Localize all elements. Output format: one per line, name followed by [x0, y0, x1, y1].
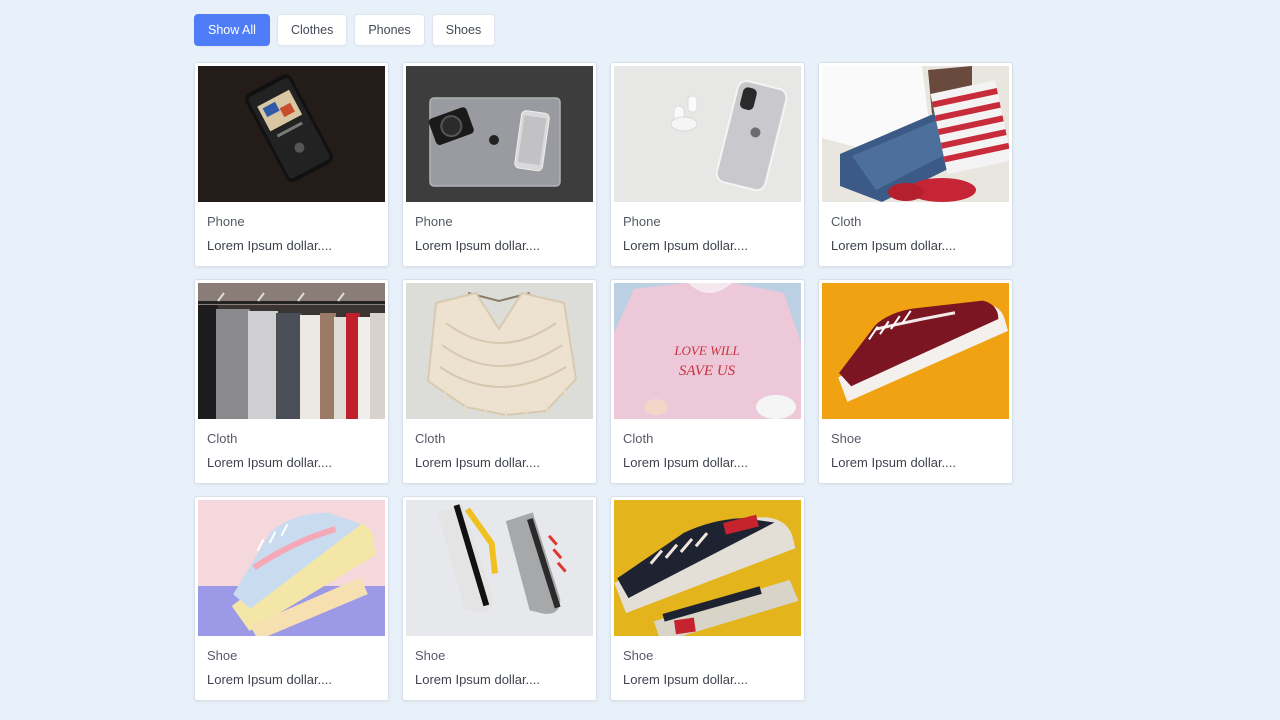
product-image-cloth	[406, 283, 593, 419]
product-description: Lorem Ipsum dollar....	[207, 238, 332, 253]
product-description: Lorem Ipsum dollar....	[831, 238, 956, 253]
product-description: Lorem Ipsum dollar....	[415, 455, 540, 470]
product-image-phone	[614, 66, 801, 202]
product-image-cloth	[822, 66, 1009, 202]
product-image-phone	[198, 66, 385, 202]
filter-shoes-button[interactable]: Shoes	[431, 14, 496, 46]
product-category: Shoe	[415, 648, 446, 663]
product-card[interactable]: Shoe Lorem Ipsum dollar....	[610, 496, 805, 701]
product-description: Lorem Ipsum dollar....	[623, 238, 748, 253]
product-card[interactable]: Phone Lorem Ipsum dollar....	[610, 62, 805, 267]
product-image-cloth: LOVE WILL SAVE US	[614, 283, 801, 419]
product-image-shoe	[822, 283, 1009, 419]
product-description: Lorem Ipsum dollar....	[831, 455, 956, 470]
product-card[interactable]: Shoe Lorem Ipsum dollar....	[194, 496, 389, 701]
product-card[interactable]: Cloth Lorem Ipsum dollar....	[402, 279, 597, 484]
product-category: Shoe	[623, 648, 654, 663]
product-category: Phone	[415, 214, 453, 229]
filter-show-all-button[interactable]: Show All	[194, 14, 270, 46]
product-description: Lorem Ipsum dollar....	[623, 672, 748, 687]
filter-clothes-button[interactable]: Clothes	[276, 14, 348, 46]
product-card[interactable]: Cloth Lorem Ipsum dollar....	[818, 62, 1013, 267]
product-card[interactable]: Shoe Lorem Ipsum dollar....	[818, 279, 1013, 484]
product-category: Phone	[207, 214, 245, 229]
product-image-shoe	[614, 500, 801, 636]
product-description: Lorem Ipsum dollar....	[207, 455, 332, 470]
product-image-cloth	[198, 283, 385, 419]
product-card[interactable]: Phone Lorem Ipsum dollar....	[194, 62, 389, 267]
tshirt-print-line2: SAVE US	[679, 363, 736, 379]
product-category: Cloth	[207, 431, 238, 446]
product-category: Phone	[623, 214, 661, 229]
product-card[interactable]: LOVE WILL SAVE US Cloth Lorem Ipsum doll…	[610, 279, 805, 484]
product-image-shoe	[406, 500, 593, 636]
product-image-phone	[406, 66, 593, 202]
product-description: Lorem Ipsum dollar....	[623, 455, 748, 470]
product-grid: Phone Lorem Ipsum dollar.... Phone Lorem…	[194, 62, 1013, 701]
product-card[interactable]: Phone Lorem Ipsum dollar....	[402, 62, 597, 267]
filter-bar: Show All Clothes Phones Shoes	[194, 14, 496, 46]
product-description: Lorem Ipsum dollar....	[415, 672, 540, 687]
product-card[interactable]: Shoe Lorem Ipsum dollar....	[402, 496, 597, 701]
product-category: Shoe	[207, 648, 238, 663]
page: Show All Clothes Phones Shoes Phone Lore…	[0, 0, 1280, 720]
product-category: Cloth	[623, 431, 654, 446]
product-image-shoe	[198, 500, 385, 636]
product-category: Cloth	[831, 214, 862, 229]
tshirt-print-line1: LOVE WILL	[673, 343, 739, 358]
product-description: Lorem Ipsum dollar....	[415, 238, 540, 253]
product-category: Cloth	[415, 431, 446, 446]
filter-phones-button[interactable]: Phones	[354, 14, 425, 46]
product-card[interactable]: Cloth Lorem Ipsum dollar....	[194, 279, 389, 484]
product-description: Lorem Ipsum dollar....	[207, 672, 332, 687]
product-category: Shoe	[831, 431, 862, 446]
